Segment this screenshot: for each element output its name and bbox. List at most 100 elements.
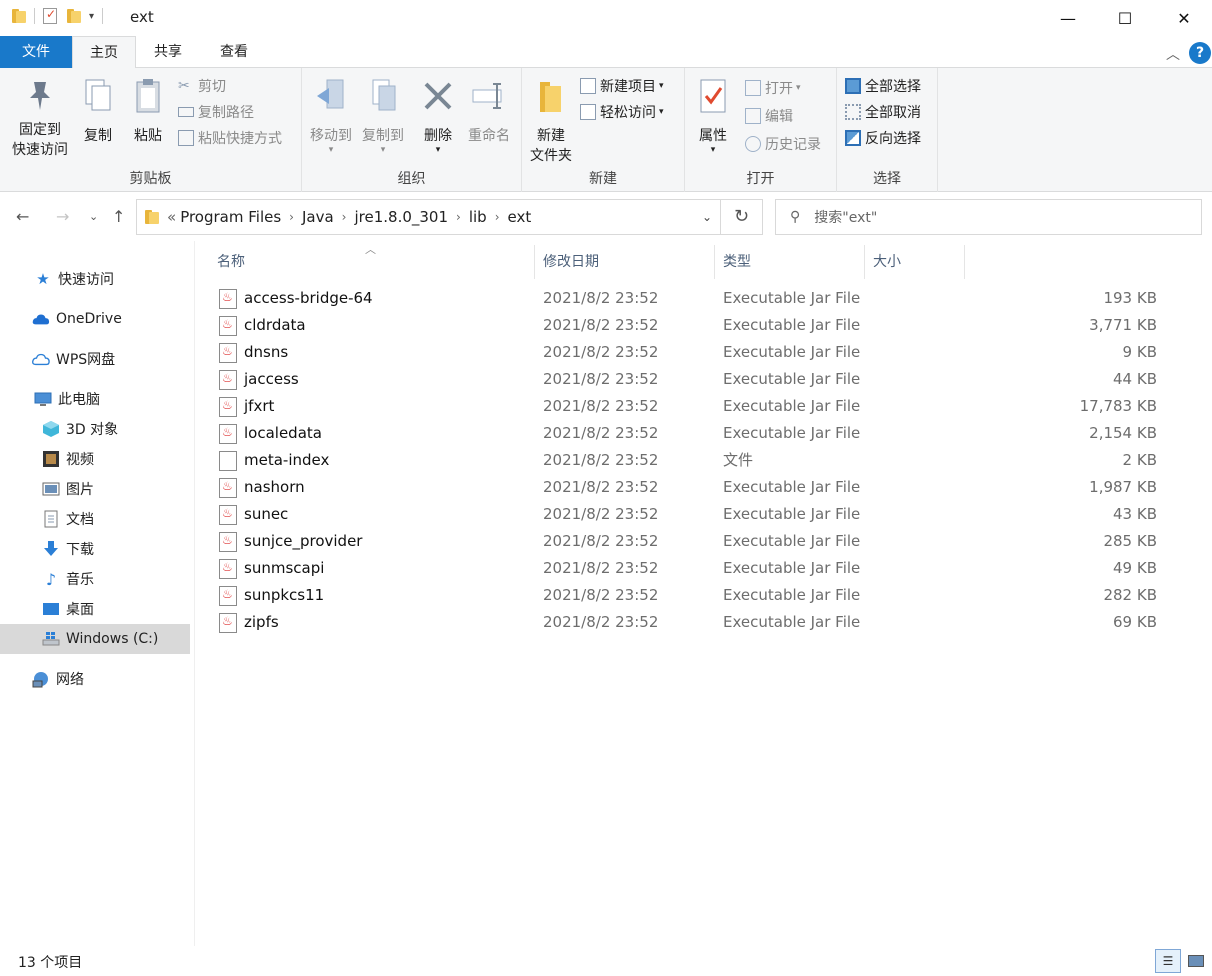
edit-label: 编辑 <box>765 109 793 125</box>
rename-label: 重命名 <box>468 128 510 144</box>
paste-shortcut-button[interactable]: 粘贴快捷方式 <box>178 128 282 148</box>
nav-music[interactable]: ♪ 音乐 <box>0 564 190 594</box>
customize-toolbar-chevron-icon[interactable]: ▾ <box>89 11 94 22</box>
copy-to-button[interactable]: 复制到 ▾ <box>358 76 408 155</box>
copy-path-button[interactable]: 复制路径 <box>178 102 254 122</box>
tab-view[interactable]: 查看 <box>200 36 268 68</box>
column-header-size[interactable]: 大小 <box>865 245 965 279</box>
edit-button[interactable]: 编辑 <box>745 106 793 126</box>
jar-file-icon <box>219 505 237 525</box>
pin-to-quick-access-button[interactable]: 固定到 快速访问 <box>6 76 74 160</box>
file-row[interactable]: sunpkcs11 2021/8/2 23:52 Executable Jar Fi… <box>209 582 1169 609</box>
nav-this-pc[interactable]: 此电脑 <box>0 384 190 414</box>
back-arrow-icon[interactable]: ← <box>16 207 29 226</box>
nav-wps[interactable]: WPS网盘 <box>0 344 190 374</box>
column-header-type[interactable]: 类型 <box>715 245 865 279</box>
select-all-button[interactable]: 全部选择 <box>845 76 921 96</box>
nav-drive-c[interactable]: Windows (C:) <box>0 624 190 654</box>
close-button[interactable]: ✕ <box>1156 0 1212 36</box>
file-row[interactable]: sunjce_provider 2021/8/2 23:52 Executable … <box>209 528 1169 555</box>
collapse-ribbon-chevron-icon[interactable]: ︿ <box>1166 44 1180 64</box>
maximize-button[interactable]: ☐ <box>1097 0 1153 36</box>
nav-desktop[interactable]: 桌面 <box>0 594 190 624</box>
new-item-button[interactable]: 新建项目 ▾ <box>580 76 664 96</box>
file-row[interactable]: sunec 2021/8/2 23:52 Executable Jar File 43… <box>209 501 1169 528</box>
history-button[interactable]: 历史记录 <box>745 134 821 154</box>
open-button[interactable]: 打开 ▾ <box>745 78 801 98</box>
breadcrumb-ext[interactable]: ext <box>508 208 532 226</box>
file-date: 2021/8/2 23:52 <box>543 397 659 415</box>
select-none-button[interactable]: 全部取消 <box>845 102 921 122</box>
paste-button[interactable]: 粘贴 <box>128 76 168 146</box>
open-label: 打开 <box>765 81 793 97</box>
nav-documents[interactable]: 文档 <box>0 504 190 534</box>
minimize-button[interactable]: — <box>1040 0 1096 36</box>
refresh-icon[interactable]: ↻ <box>721 199 763 235</box>
file-type: Executable Jar File <box>723 289 861 307</box>
search-placeholder: 搜索"ext" <box>814 210 878 226</box>
nav-downloads[interactable]: 下载 <box>0 534 190 564</box>
help-icon[interactable]: ? <box>1189 42 1211 64</box>
copy-button[interactable]: 复制 <box>78 76 118 146</box>
new-item-label: 新建项目 <box>600 79 656 95</box>
copy-icon <box>78 76 118 122</box>
file-row[interactable]: zipfs 2021/8/2 23:52 Executable Jar File 69… <box>209 609 1169 636</box>
file-date: 2021/8/2 23:52 <box>543 478 659 496</box>
up-arrow-icon[interactable]: ↑ <box>112 207 125 226</box>
breadcrumb-chevron-icon[interactable]: › <box>289 210 294 224</box>
search-box[interactable]: ⚲ 搜索"ext" <box>775 199 1202 235</box>
pin-label-line1: 固定到 <box>19 122 61 138</box>
breadcrumb-lib[interactable]: lib <box>469 208 487 226</box>
file-row[interactable]: cldrdata 2021/8/2 23:52 Executable Jar Fil… <box>209 312 1169 339</box>
rename-button[interactable]: 重命名 <box>464 76 514 146</box>
open-icon <box>745 80 761 96</box>
copy-to-icon <box>358 76 408 122</box>
jar-file-icon <box>219 397 237 417</box>
address-bar[interactable]: « Program Files › Java › jre1.8.0_301 › … <box>136 199 721 235</box>
properties-button[interactable]: 属性 ▾ <box>689 76 737 155</box>
new-folder-button[interactable]: 新建 文件夹 <box>526 76 576 166</box>
file-size: 69 KB <box>1113 613 1157 631</box>
file-row[interactable]: jaccess 2021/8/2 23:52 Executable Jar File… <box>209 366 1169 393</box>
file-row[interactable]: jfxrt 2021/8/2 23:52 Executable Jar File 17… <box>209 393 1169 420</box>
breadcrumb-chevron-icon[interactable]: › <box>342 210 347 224</box>
move-to-button[interactable]: 移动到 ▾ <box>306 76 356 155</box>
properties-check-icon[interactable]: ✓ <box>43 7 57 24</box>
file-row[interactable]: localedata 2021/8/2 23:52 Executable Jar F… <box>209 420 1169 447</box>
invert-selection-button[interactable]: 反向选择 <box>845 128 921 148</box>
easy-access-button[interactable]: 轻松访问 ▾ <box>580 102 664 122</box>
file-row[interactable]: nashorn 2021/8/2 23:52 Executable Jar File… <box>209 474 1169 501</box>
file-row[interactable]: access-bridge-64 2021/8/2 23:52 Executable… <box>209 285 1169 312</box>
recent-locations-chevron-icon[interactable]: ⌄ <box>89 210 98 223</box>
breadcrumb-program-files[interactable]: Program Files <box>180 208 281 226</box>
delete-button[interactable]: 删除 ▾ <box>418 76 458 155</box>
tab-share[interactable]: 共享 <box>136 36 200 68</box>
nav-pictures[interactable]: 图片 <box>0 474 190 504</box>
breadcrumb-chevron-icon[interactable]: › <box>495 210 500 224</box>
cut-button[interactable]: ✂ 剪切 <box>178 76 226 96</box>
file-row[interactable]: meta-index 2021/8/2 23:52 文件 2 KB <box>209 447 1169 474</box>
forward-arrow-icon[interactable]: → <box>56 207 69 226</box>
nav-3d-objects[interactable]: 3D 对象 <box>0 414 190 444</box>
file-type: Executable Jar File <box>723 478 861 496</box>
file-row[interactable]: sunmscapi 2021/8/2 23:52 Executable Jar Fi… <box>209 555 1169 582</box>
address-dropdown-chevron-icon[interactable]: ⌄ <box>702 210 712 224</box>
large-icons-view-button[interactable] <box>1183 949 1209 973</box>
nav-videos[interactable]: 视频 <box>0 444 190 474</box>
breadcrumb-jre[interactable]: jre1.8.0_301 <box>354 208 448 226</box>
column-header-name[interactable]: 名称 <box>209 245 535 279</box>
tab-home[interactable]: 主页 <box>72 36 136 69</box>
file-row[interactable]: dnsns 2021/8/2 23:52 Executable Jar File 9 … <box>209 339 1169 366</box>
nav-quick-access[interactable]: ★ 快速访问 <box>0 264 190 294</box>
file-type: 文件 <box>723 451 754 469</box>
details-view-button[interactable]: ☰ <box>1155 949 1181 973</box>
nav-network[interactable]: 网络 <box>0 664 190 694</box>
new-folder-icon[interactable] <box>67 8 81 24</box>
nav-onedrive[interactable]: OneDrive <box>0 304 190 334</box>
breadcrumb-chevron-icon[interactable]: › <box>456 210 461 224</box>
address-overflow[interactable]: « <box>167 208 176 226</box>
file-type: Executable Jar File <box>723 559 861 577</box>
column-header-date[interactable]: 修改日期 <box>535 245 715 279</box>
tab-file[interactable]: 文件 <box>0 36 72 68</box>
breadcrumb-java[interactable]: Java <box>302 208 334 226</box>
